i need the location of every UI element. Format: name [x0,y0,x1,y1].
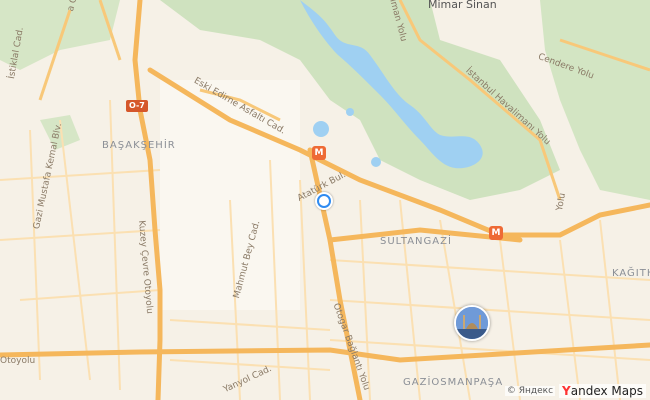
attribution: © Яндекс Yandex Maps [504,384,646,398]
district-label-sultangazi: SULTANGAZİ [380,236,452,247]
metro-icon[interactable]: M [312,146,326,160]
copyright-text[interactable]: © Яндекс [504,386,556,396]
place-label-mimar-sinan: Mimar Sinan [428,0,497,11]
metro-icon[interactable]: M [489,226,503,240]
current-location-icon[interactable] [315,192,333,210]
district-label-gaziosmanpasa: GAZİOSMANPAŞA [403,377,504,388]
district-label-kagithane: KAĞITH [612,268,650,279]
highway-shield-o7[interactable]: O-7 [126,100,148,112]
mosque-icon[interactable] [454,305,490,341]
road-label-otoyolu: Otoyolu [0,356,36,366]
district-label-basaksehir: BAŞAKŞEHİR [102,140,176,151]
yandex-maps-logo[interactable]: Yandex Maps [559,384,646,398]
map-view[interactable]: Mimar Sinan BAŞAKŞEHİR SULTANGAZİ GAZİOS… [0,0,650,400]
